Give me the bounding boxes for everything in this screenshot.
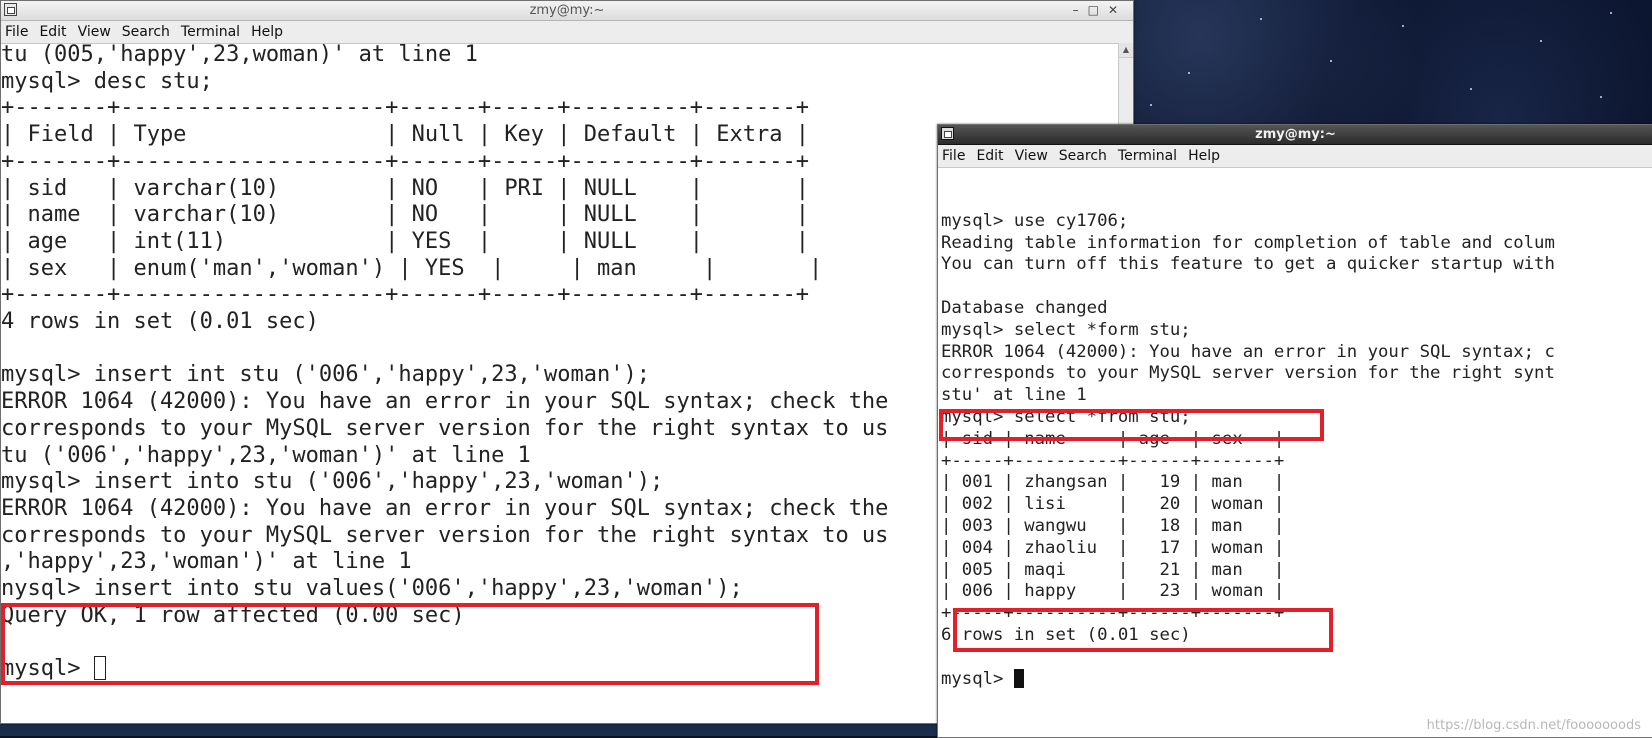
terminal-app-icon xyxy=(941,127,954,140)
table-border: +-----+----------+------+-------+ xyxy=(941,450,1285,471)
error-line: ERROR 1064 (42000): You have an error in… xyxy=(1,389,889,415)
terminal-output[interactable]: tu (005,'happy',23,woman)' at line 1 mys… xyxy=(1,42,888,683)
prompt: mysql> xyxy=(941,668,1014,689)
error-line: ERROR 1064 (42000): You have an error in… xyxy=(1,495,889,521)
menu-bar: File Edit View Search Terminal Help xyxy=(938,145,1652,168)
table-header-row: | Field | Type | Null | Key | Default | … xyxy=(1,122,809,148)
text-cursor xyxy=(1013,668,1024,688)
window-title: zmy@my:~ xyxy=(1255,127,1336,142)
close-icon[interactable]: ✕ xyxy=(1108,3,1127,17)
table-row: | 001 | zhangsan | 19 | man | xyxy=(941,472,1285,493)
menu-help[interactable]: Help xyxy=(251,24,283,40)
highlight-box-insert xyxy=(1,603,819,685)
menu-file[interactable]: File xyxy=(5,24,28,40)
window-title: zmy@my:~ xyxy=(529,3,605,18)
menu-view[interactable]: View xyxy=(1015,148,1048,164)
terminal-line: 4 rows in set (0.01 sec) xyxy=(1,309,319,335)
scroll-up-icon[interactable]: ▲ xyxy=(1119,43,1133,58)
table-row: | sex | enum('man','woman') | YES | | ma… xyxy=(1,255,823,281)
terminal-app-icon xyxy=(4,3,17,16)
terminal-line: nysql> insert into stu values('006','hap… xyxy=(1,576,743,602)
window-titlebar[interactable]: zmy@my:~ –□✕ xyxy=(1,1,1133,21)
table-row: | 004 | zhaoliu | 17 | woman | xyxy=(941,537,1285,558)
table-row: | 005 | maqi | 21 | man | xyxy=(941,559,1285,580)
maximize-icon[interactable]: □ xyxy=(1088,3,1108,17)
error-line: ERROR 1064 (42000): You have an error in… xyxy=(941,341,1555,362)
terminal-line: Database changed xyxy=(941,297,1108,318)
table-row: | name | varchar(10) | NO | | NULL | | xyxy=(1,202,809,228)
table-row: | 003 | wangwu | 18 | man | xyxy=(941,515,1285,536)
table-row: | 006 | happy | 23 | woman | xyxy=(941,581,1285,602)
minimize-icon[interactable]: – xyxy=(1073,3,1088,17)
terminal-line: mysql> desc stu; xyxy=(1,68,213,94)
menu-search[interactable]: Search xyxy=(122,24,170,40)
error-line: corresponds to your MySQL server version… xyxy=(1,415,889,441)
error-line: corresponds to your MySQL server version… xyxy=(941,363,1555,384)
terminal-line: Reading table information for completion… xyxy=(941,232,1555,253)
menu-edit[interactable]: Edit xyxy=(976,148,1003,164)
menu-bar: File Edit View Search Terminal Help xyxy=(1,21,1133,44)
highlight-box-new-row xyxy=(953,608,1333,652)
error-line: ,'happy',23,'woman')' at line 1 xyxy=(1,549,412,575)
menu-help[interactable]: Help xyxy=(1188,148,1220,164)
table-row: | sid | varchar(10) | NO | PRI | NULL | … xyxy=(1,175,809,201)
table-row: | 002 | lisi | 20 | woman | xyxy=(941,494,1285,515)
menu-edit[interactable]: Edit xyxy=(39,24,66,40)
menu-file[interactable]: File xyxy=(942,148,965,164)
terminal-line: mysql> insert into stu ('006','happy',23… xyxy=(1,469,664,495)
menu-terminal[interactable]: Terminal xyxy=(1118,148,1177,164)
table-border: +-------+--------------------+------+---… xyxy=(1,95,809,121)
table-border: +-------+--------------------+------+---… xyxy=(1,282,809,308)
error-line: stu' at line 1 xyxy=(941,385,1087,406)
menu-terminal[interactable]: Terminal xyxy=(181,24,240,40)
terminal-line: tu (005,'happy',23,woman)' at line 1 xyxy=(1,42,478,67)
terminal-line: mysql> insert int stu ('006','happy',23,… xyxy=(1,362,651,388)
menu-search[interactable]: Search xyxy=(1059,148,1107,164)
error-line: tu ('006','happy',23,'woman')' at line 1 xyxy=(1,442,531,468)
table-row: | age | int(11) | YES | | NULL | | xyxy=(1,228,809,254)
table-border: +-------+--------------------+------+---… xyxy=(1,148,809,174)
window-controls[interactable]: –□✕ xyxy=(1073,1,1127,20)
terminal-window-secondary[interactable]: zmy@my:~ File Edit View Search Terminal … xyxy=(937,124,1652,738)
terminal-line: You can turn off this feature to get a q… xyxy=(941,254,1555,275)
window-titlebar[interactable]: zmy@my:~ xyxy=(938,125,1652,145)
watermark: https://blog.csdn.net/fooooooods xyxy=(1426,718,1641,733)
terminal-line: mysql> use cy1706; xyxy=(941,210,1129,231)
error-line: corresponds to your MySQL server version… xyxy=(1,522,889,548)
menu-view[interactable]: View xyxy=(78,24,111,40)
highlight-box-select xyxy=(939,409,1324,441)
terminal-line: mysql> select *form stu; xyxy=(941,319,1191,340)
